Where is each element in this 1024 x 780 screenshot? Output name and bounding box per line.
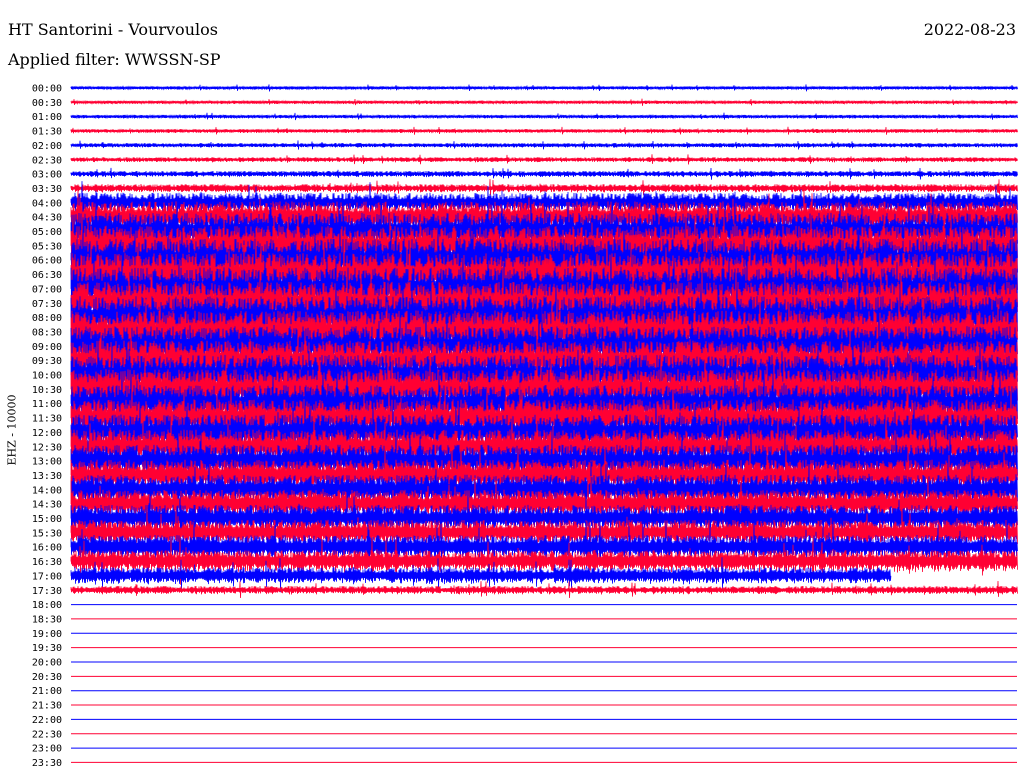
time-tick-label: 01:30	[32, 127, 62, 138]
time-tick-label: 13:00	[32, 457, 62, 468]
time-tick-label: 19:30	[32, 643, 62, 654]
time-tick-label: 00:30	[32, 98, 62, 109]
time-tick-labels: 00:00 00:30 01:00 01:30 02:00 02:30 03:00 03:30…	[32, 84, 62, 769]
time-tick-label: 03:00	[32, 170, 62, 181]
time-tick-label: 16:00	[32, 543, 62, 554]
time-tick-label: 19:00	[32, 629, 62, 640]
time-tick-label: 22:30	[32, 729, 62, 740]
time-tick-label: 16:30	[32, 557, 62, 568]
trace-row	[70, 112, 1018, 121]
time-tick-label: 15:30	[32, 528, 62, 539]
time-tick-label: 14:00	[32, 485, 62, 496]
trace-row	[70, 84, 1018, 92]
time-tick-label: 07:00	[32, 284, 62, 295]
time-tick-label: 10:30	[32, 385, 62, 396]
time-tick-label: 08:00	[32, 313, 62, 324]
time-tick-label: 18:30	[32, 614, 62, 625]
time-tick-label: 15:00	[32, 514, 62, 525]
time-tick-label: 21:00	[32, 686, 62, 697]
time-tick-label: 12:30	[32, 442, 62, 453]
helicorder-plot: 00:00 00:30 01:00 01:30 02:00 02:30 03:00 03:30…	[32, 84, 1018, 769]
trace-row	[70, 154, 1018, 165]
time-tick-label: 03:30	[32, 184, 62, 195]
trace-row	[70, 140, 1018, 150]
time-tick-label: 20:00	[32, 658, 62, 669]
time-tick-label: 05:30	[32, 241, 62, 252]
time-tick-label: 04:30	[32, 213, 62, 224]
time-tick-label: 02:00	[32, 141, 62, 152]
time-tick-label: 17:00	[32, 571, 62, 582]
time-tick-label: 09:30	[32, 356, 62, 367]
time-tick-label: 06:00	[32, 256, 62, 267]
trace-row	[70, 580, 1018, 599]
trace-row	[70, 98, 1018, 106]
time-tick-label: 08:30	[32, 327, 62, 338]
time-tick-label: 04:00	[32, 198, 62, 209]
time-tick-label: 12:00	[32, 428, 62, 439]
time-tick-label: 18:00	[32, 600, 62, 611]
time-tick-label: 02:30	[32, 155, 62, 166]
time-tick-label: 14:30	[32, 500, 62, 511]
time-tick-label: 11:30	[32, 414, 62, 425]
trace-row	[70, 179, 1018, 196]
time-tick-label: 17:30	[32, 586, 62, 597]
time-tick-label: 00:00	[32, 84, 62, 95]
time-tick-label: 01:00	[32, 112, 62, 123]
trace-row	[70, 126, 1018, 135]
time-tick-label: 10:00	[32, 371, 62, 382]
time-tick-label: 23:00	[32, 744, 62, 755]
time-tick-label: 20:30	[32, 672, 62, 683]
time-tick-label: 22:00	[32, 715, 62, 726]
time-tick-label: 06:30	[32, 270, 62, 281]
trace-layer	[70, 84, 1018, 763]
time-tick-label: 13:30	[32, 471, 62, 482]
time-tick-label: 21:30	[32, 701, 62, 712]
time-tick-label: 07:30	[32, 299, 62, 310]
time-tick-label: 23:30	[32, 758, 62, 769]
trace-row	[70, 167, 1018, 180]
time-tick-label: 09:00	[32, 342, 62, 353]
time-tick-label: 11:00	[32, 399, 62, 410]
time-tick-label: 05:00	[32, 227, 62, 238]
